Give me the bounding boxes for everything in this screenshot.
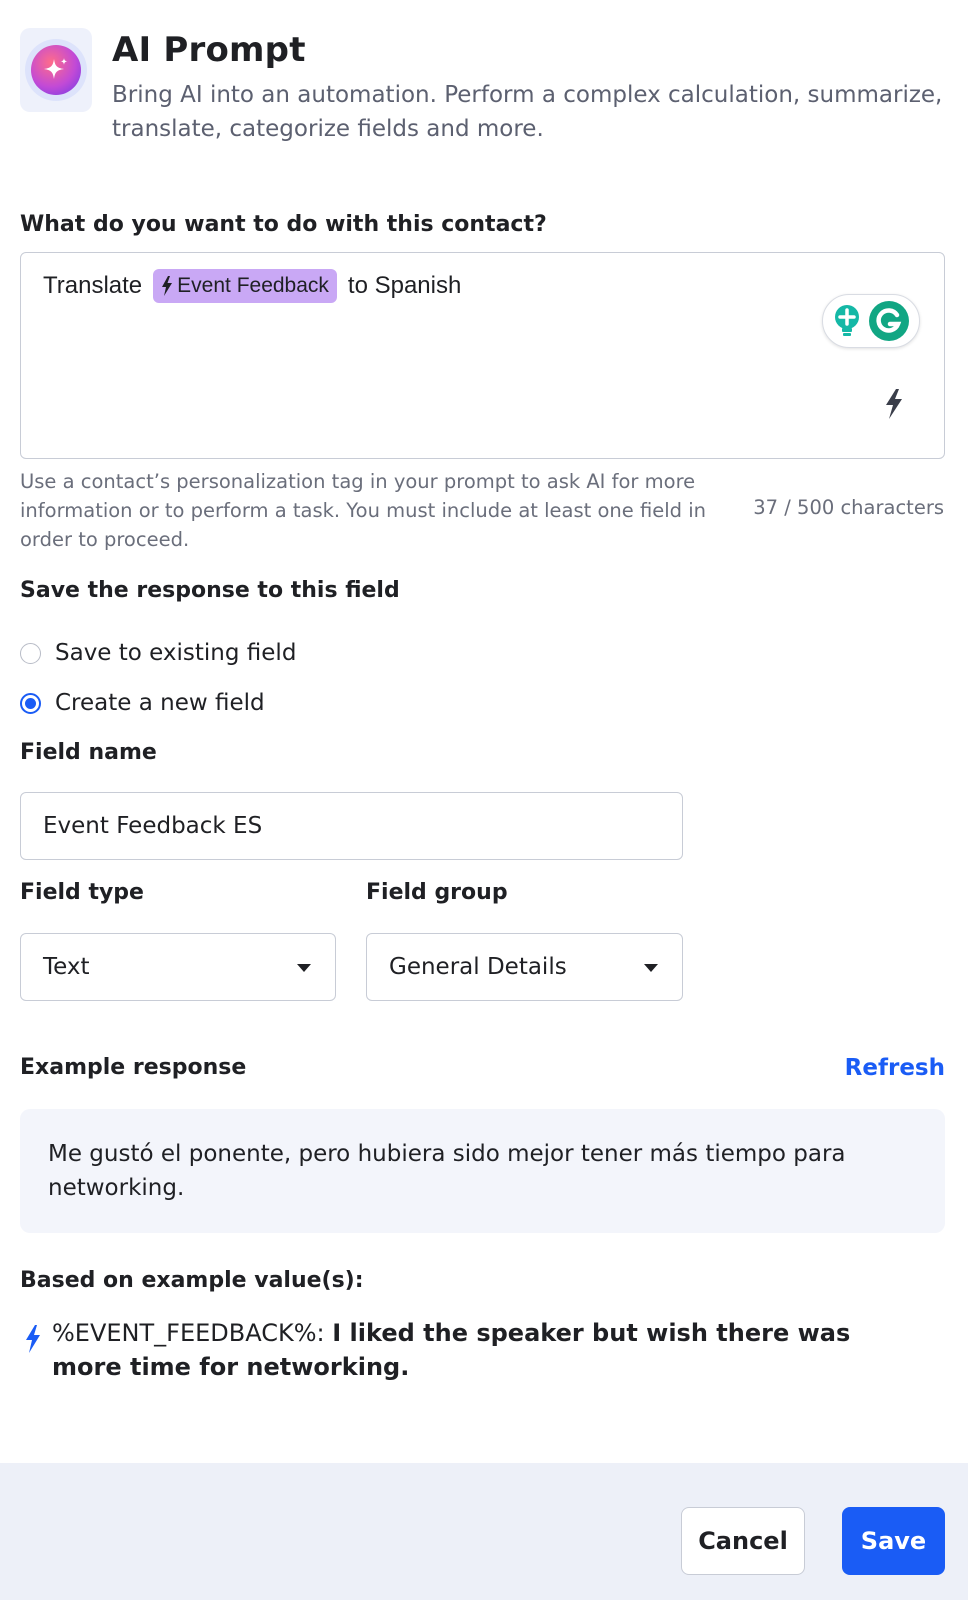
ai-prompt-app-icon	[20, 28, 92, 112]
field-name-value: Event Feedback ES	[43, 813, 263, 839]
page-title: AI Prompt	[112, 30, 306, 70]
save-button[interactable]: Save	[842, 1507, 945, 1575]
prompt-text-after: to Spanish	[347, 272, 462, 299]
radio-label: Create a new field	[55, 690, 265, 716]
radio-label: Save to existing field	[55, 640, 297, 666]
radio-save-existing-field[interactable]: Save to existing field	[20, 640, 296, 666]
page-subtitle: Bring AI into an automation. Perform a c…	[112, 82, 943, 142]
refresh-link[interactable]: Refresh	[845, 1055, 945, 1081]
bolt-icon	[26, 1325, 40, 1353]
prompt-content: Translate Event Feedback to Spanish	[43, 269, 461, 303]
based-on-label: Based on example value(s):	[20, 1268, 364, 1293]
caret-down-icon	[644, 964, 658, 972]
field-name-label: Field name	[20, 740, 157, 765]
header: AI Prompt Bring AI into an automation. P…	[20, 28, 950, 148]
prompt-textarea[interactable]: Translate Event Feedback to Spanish	[20, 252, 945, 459]
prompt-text-before: Translate	[43, 272, 143, 299]
field-group-value: General Details	[389, 954, 567, 980]
grammarly-icon	[869, 301, 909, 341]
character-counter: 37 / 500 characters	[753, 496, 944, 519]
example-response-text: Me gustó el ponente, pero hubiera sido m…	[48, 1141, 846, 1201]
example-tag-name: %EVENT_FEEDBACK%:	[52, 1319, 325, 1347]
field-group-label: Field group	[366, 880, 508, 905]
field-type-select[interactable]: Text	[20, 933, 336, 1001]
example-response-box: Me gustó el ponente, pero hubiera sido m…	[20, 1109, 945, 1233]
bolt-icon	[162, 276, 173, 296]
tag-label: Event Feedback	[177, 274, 329, 297]
example-value-row: %EVENT_FEEDBACK%: I liked the speaker bu…	[24, 1316, 924, 1384]
prompt-helper-text: Use a contact’s personalization tag in y…	[20, 470, 707, 551]
cancel-button[interactable]: Cancel	[681, 1507, 805, 1575]
save-response-label: Save the response to this field	[20, 578, 400, 603]
personalization-tag-chip[interactable]: Event Feedback	[153, 269, 337, 303]
example-value-text: %EVENT_FEEDBACK%: I liked the speaker bu…	[52, 1316, 924, 1384]
insert-personalization-bolt-icon[interactable]	[883, 388, 905, 420]
radio-button-selected[interactable]	[20, 692, 41, 714]
caret-down-icon	[297, 964, 311, 972]
radio-button[interactable]	[20, 642, 41, 664]
field-type-value: Text	[43, 954, 90, 980]
field-name-input[interactable]: Event Feedback ES	[20, 792, 683, 860]
example-response-label: Example response	[20, 1055, 247, 1080]
lightbulb-icon	[835, 305, 859, 336]
grammarly-widget[interactable]	[822, 294, 920, 348]
sparkle-icon	[44, 58, 68, 79]
field-type-label: Field type	[20, 880, 144, 905]
footer-bar	[0, 1463, 968, 1600]
radio-create-new-field[interactable]: Create a new field	[20, 690, 265, 716]
prompt-label: What do you want to do with this contact…	[20, 212, 547, 237]
field-group-select[interactable]: General Details	[366, 933, 683, 1001]
